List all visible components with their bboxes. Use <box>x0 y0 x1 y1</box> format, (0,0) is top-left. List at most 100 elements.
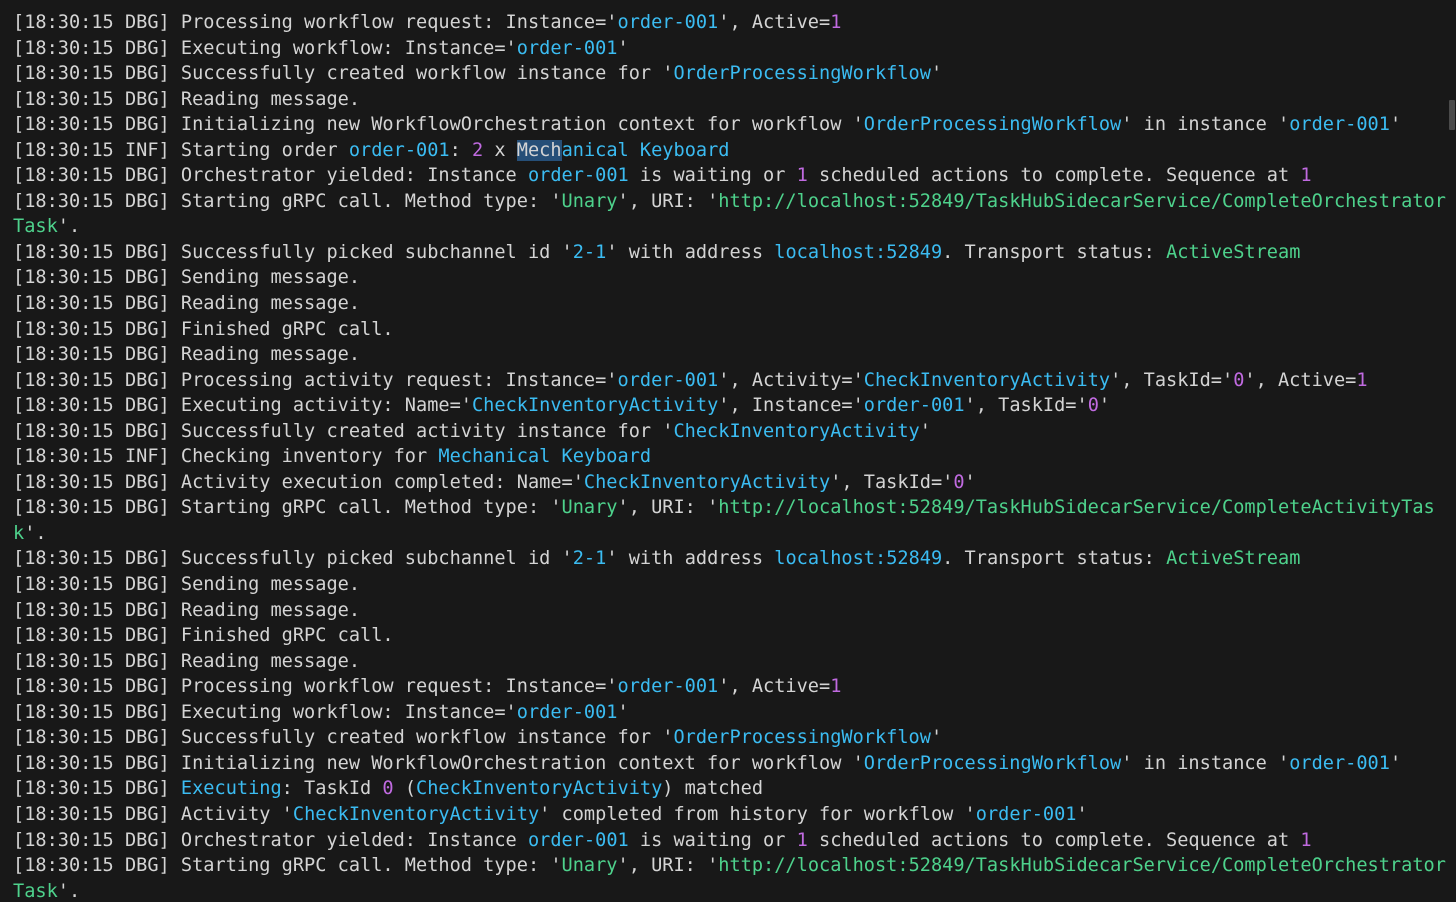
log-segment: [18:30:15 DBG] Successfully picked subch… <box>13 241 573 263</box>
log-segment: [18:30:15 DBG] Activity execution comple… <box>13 471 584 493</box>
log-segment: [18:30:15 DBG] Sending message. <box>13 574 361 596</box>
log-segment: CheckInventoryActivity <box>292 803 540 825</box>
log-segment: 1 <box>796 165 808 187</box>
log-segment: order-001 <box>1289 752 1390 774</box>
log-line: [18:30:15 DBG] Reading message. <box>13 291 1448 317</box>
log-segment: 1 <box>830 12 842 33</box>
log-segment: [18:30:15 DBG] Starting gRPC call. Metho… <box>13 497 562 519</box>
log-segment: Executing <box>180 778 282 800</box>
log-segment: 1 <box>1300 165 1312 187</box>
log-segment: order-001 <box>617 369 719 391</box>
log-segment: 1 <box>1300 829 1312 851</box>
log-segment: OrderProcessingWorkflow <box>863 114 1122 136</box>
log-line: [18:30:15 DBG] Executing workflow: Insta… <box>13 700 1448 726</box>
log-segment: ', Active= <box>718 676 831 698</box>
log-segment: [18:30:15 DBG] Successfully picked subch… <box>13 548 573 570</box>
log-line: [18:30:15 DBG] Finished gRPC call. <box>13 623 1448 649</box>
log-line: [18:30:15 INF] Checking inventory for Me… <box>13 444 1448 470</box>
log-segment: [18:30:15 DBG] Processing activity reque… <box>13 369 618 391</box>
log-segment: CheckInventoryActivity <box>673 420 920 442</box>
log-segment: ', URI: ' <box>617 190 719 212</box>
log-segment: ' completed from history for workflow ' <box>539 803 976 825</box>
log-line: [18:30:15 DBG] Executing: TaskId 0 (Chec… <box>13 776 1448 802</box>
log-segment: [18:30:15 DBG] Orchestrator yielded: Ins… <box>13 165 528 187</box>
log-segment: [18:30:15 DBG] Reading message. <box>13 650 361 672</box>
log-segment: ' <box>617 701 629 723</box>
log-segment: [18:30:15 DBG] Reading message. <box>13 88 361 110</box>
log-segment: 2-1 <box>572 548 607 570</box>
log-segment: [18:30:15 DBG] Successfully created acti… <box>13 420 674 442</box>
log-segment: '. <box>57 880 81 902</box>
log-segment: [18:30:15 DBG] Executing activity: Name=… <box>13 395 472 417</box>
log-segment: ' <box>930 63 943 85</box>
log-segment: [18:30:15 DBG] <box>13 778 181 800</box>
log-line: [18:30:15 DBG] Orchestrator yielded: Ins… <box>13 163 1448 189</box>
log-segment: [18:30:15 INF] Checking inventory for <box>13 446 439 468</box>
log-line: [18:30:15 DBG] Reading message. <box>13 649 1448 675</box>
log-segment: ' <box>1076 803 1088 825</box>
log-line: [18:30:15 DBG] Successfully created acti… <box>13 419 1448 445</box>
log-segment: ' <box>1389 114 1402 136</box>
terminal-output[interactable]: [18:30:15 DBG] Processing workflow reque… <box>0 0 1448 902</box>
log-segment: order-001 <box>617 676 719 698</box>
log-segment: [18:30:15 DBG] Reading message. <box>13 344 361 366</box>
log-segment: ActiveStream <box>1166 241 1301 263</box>
log-segment: [18:30:15 DBG] Starting gRPC call. Metho… <box>13 855 562 877</box>
log-line: [18:30:15 DBG] Orchestrator yielded: Ins… <box>13 828 1448 854</box>
log-segment: 2-1 <box>572 241 607 263</box>
log-line: [18:30:15 DBG] Successfully picked subch… <box>13 546 1448 572</box>
log-segment: 2 <box>471 139 484 161</box>
log-line: [18:30:15 INF] Starting order order-001:… <box>13 138 1448 164</box>
log-line: [18:30:15 DBG] Initializing new Workflow… <box>13 112 1448 138</box>
log-segment: [18:30:15 DBG] Executing workflow: Insta… <box>13 701 517 723</box>
log-segment: CheckInventoryActivity <box>416 778 663 800</box>
log-segment: OrderProcessingWorkflow <box>673 727 931 749</box>
log-line: [18:30:15 DBG] Processing workflow reque… <box>13 674 1448 700</box>
log-segment: scheduled actions to complete. Sequence … <box>807 829 1301 851</box>
log-segment: [18:30:15 DBG] Sending message. <box>13 267 361 289</box>
log-segment: is waiting or <box>628 829 797 851</box>
log-segment: Unary <box>561 190 618 212</box>
log-segment: [18:30:15 DBG] Processing workflow reque… <box>13 12 618 33</box>
log-segment: is waiting or <box>628 165 797 187</box>
log-segment: order-001 <box>527 829 629 851</box>
log-segment: ' <box>964 471 976 493</box>
log-segment: OrderProcessingWorkflow <box>673 63 931 85</box>
log-line: [18:30:15 DBG] Executing activity: Name=… <box>13 393 1448 419</box>
selected-text: Mech <box>516 139 562 161</box>
log-line: [18:30:15 DBG] Activity execution comple… <box>13 470 1448 496</box>
log-segment: anical Keyboard <box>561 139 730 161</box>
log-segment: ' <box>919 420 931 442</box>
log-segment: order-001 <box>863 395 965 417</box>
log-segment: order-001 <box>348 139 450 161</box>
log-segment: [18:30:15 INF] Starting order <box>13 139 349 161</box>
log-segment: ', Instance=' <box>718 395 864 417</box>
log-segment: CheckInventoryActivity <box>471 395 719 417</box>
log-segment: 0 <box>1233 369 1245 391</box>
log-segment: localhost:52849 <box>774 548 943 570</box>
vertical-scrollbar[interactable] <box>1448 0 1456 902</box>
log-segment: [18:30:15 DBG] Initializing new Workflow… <box>13 114 864 136</box>
log-segment: [18:30:15 DBG] Starting gRPC call. Metho… <box>13 190 562 212</box>
log-line: [18:30:15 DBG] Starting gRPC call. Metho… <box>13 495 1448 546</box>
log-segment: x <box>483 139 517 161</box>
log-segment: . Transport status: <box>942 548 1167 570</box>
log-line: [18:30:15 DBG] Starting gRPC call. Metho… <box>13 853 1448 902</box>
log-segment: Mechanical Keyboard <box>438 446 652 468</box>
log-segment: order-001 <box>527 165 629 187</box>
log-segment: localhost:52849 <box>774 241 943 263</box>
log-line: [18:30:15 DBG] Successfully picked subch… <box>13 240 1448 266</box>
log-line: [18:30:15 DBG] Successfully created work… <box>13 725 1448 751</box>
log-segment: [18:30:15 DBG] Reading message. <box>13 293 361 315</box>
log-segment: order-001 <box>516 701 618 723</box>
log-segment: ( <box>393 778 417 800</box>
scrollbar-thumb[interactable] <box>1449 100 1455 130</box>
log-line: [18:30:15 DBG] Processing workflow reque… <box>13 10 1448 36</box>
log-segment: ', Active= <box>1244 369 1357 391</box>
log-line: [18:30:15 DBG] Reading message. <box>13 87 1448 113</box>
log-segment: CheckInventoryActivity <box>583 471 831 493</box>
log-segment: [18:30:15 DBG] Executing workflow: Insta… <box>13 37 517 59</box>
log-segment: . Transport status: <box>942 241 1167 263</box>
log-segment: 1 <box>796 829 808 851</box>
log-segment: 0 <box>382 778 394 800</box>
